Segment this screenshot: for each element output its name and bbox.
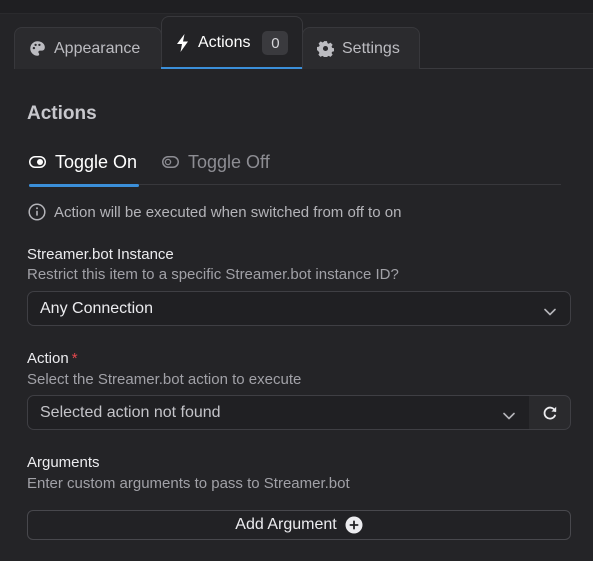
lightning-icon: [176, 34, 190, 52]
required-marker: *: [71, 350, 78, 367]
tab-actions-label: Actions: [198, 34, 251, 51]
toggle-off-icon: [162, 156, 179, 168]
toggle-on-icon: [29, 156, 46, 168]
info-icon: [28, 203, 46, 221]
subtab-toggle-off[interactable]: Toggle Off: [162, 139, 270, 185]
actions-panel: Actions Toggle On Toggle Off Action will…: [14, 69, 579, 561]
arguments-description: Enter custom arguments to pass to Stream…: [27, 475, 350, 492]
action-label-text: Action: [27, 350, 69, 367]
tab-appearance-label: Appearance: [54, 39, 141, 57]
actions-count-badge: 0: [262, 31, 289, 55]
tab-settings-label: Settings: [342, 39, 400, 57]
top-strip: [0, 0, 593, 14]
chevron-down-icon: [544, 303, 556, 321]
subtab-toggle-on[interactable]: Toggle On: [29, 139, 139, 187]
instance-label: Streamer.bot Instance: [27, 246, 174, 263]
instance-select-value: Any Connection: [40, 299, 153, 317]
add-argument-button[interactable]: Add Argument: [27, 510, 571, 540]
tab-appearance[interactable]: Appearance: [14, 27, 162, 69]
tab-actions[interactable]: Actions 0: [161, 16, 303, 69]
tab-bar: Appearance Actions 0 Settings: [14, 16, 593, 69]
subtab-toggle-off-label: Toggle Off: [188, 151, 270, 172]
instance-description: Restrict this item to a specific Streame…: [27, 266, 399, 283]
refresh-actions-button[interactable]: [529, 395, 571, 430]
refresh-icon: [542, 405, 558, 421]
subtab-toggle-on-label: Toggle On: [55, 151, 138, 172]
toggle-subtabs: Toggle On Toggle Off: [29, 139, 561, 187]
gear-icon: [317, 40, 334, 57]
section-title: Actions: [27, 103, 97, 124]
action-select[interactable]: Selected action not found: [27, 395, 530, 430]
instance-select[interactable]: Any Connection: [27, 291, 571, 326]
action-label: Action *: [27, 350, 78, 367]
tab-settings[interactable]: Settings: [302, 27, 420, 69]
info-text: Action will be executed when switched fr…: [54, 203, 402, 221]
info-note: Action will be executed when switched fr…: [28, 203, 401, 221]
action-select-value: Selected action not found: [40, 403, 221, 421]
palette-icon: [29, 40, 46, 57]
action-description: Select the Streamer.bot action to execut…: [27, 371, 302, 388]
chevron-down-icon: [503, 407, 515, 425]
add-argument-label: Add Argument: [235, 516, 337, 533]
arguments-label: Arguments: [27, 454, 100, 471]
plus-circle-icon: [345, 516, 363, 534]
